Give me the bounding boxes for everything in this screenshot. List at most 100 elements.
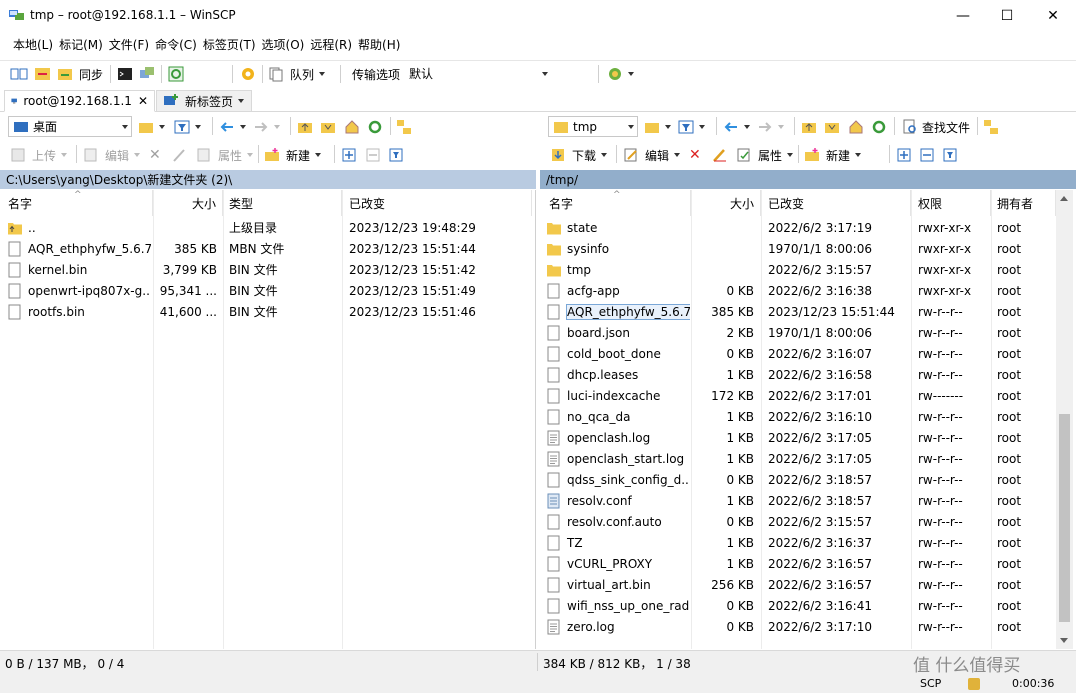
refresh-icon[interactable] — [367, 117, 383, 137]
column-header-changed[interactable]: 已改变 — [761, 190, 911, 216]
left-edit-button[interactable]: 编辑 — [83, 145, 141, 165]
deselect-icon[interactable] — [365, 145, 381, 165]
rename-icon[interactable] — [172, 145, 188, 165]
menu-remote[interactable]: 远程(R) — [307, 36, 355, 53]
file-row-selected[interactable]: AQR_ethphyfw_5.6.7... 385 KB 2023/12/23 15… — [540, 301, 1076, 322]
scroll-down-arrow-icon[interactable] — [1060, 638, 1068, 643]
right-filter-button[interactable] — [678, 117, 705, 137]
menu-command[interactable]: 命令(C) — [152, 36, 200, 53]
left-filter-button[interactable] — [174, 117, 201, 137]
file-row[interactable]: openwrt-ipq807x-g... 95,341 ... BIN 文件 2023… — [0, 280, 535, 301]
file-row[interactable]: no_qca_da 1 KB 2022/6/2 3:16:10 rw-r--r-- ro… — [540, 406, 1076, 427]
tree-view-icon[interactable] — [396, 117, 412, 137]
scroll-up-arrow-icon[interactable] — [1060, 196, 1068, 201]
close-tab-icon[interactable]: ✕ — [138, 94, 148, 108]
root-dir-icon[interactable] — [320, 117, 336, 137]
scroll-thumb[interactable] — [1059, 414, 1070, 622]
file-row[interactable]: board.json 2 KB 1970/1/1 8:00:06 rw-r--r-- r… — [540, 322, 1076, 343]
download-button[interactable]: 下载 — [550, 145, 608, 165]
file-row[interactable]: resolv.conf.auto 0 KB 2022/6/2 3:15:57 rw-r… — [540, 511, 1076, 532]
file-row[interactable]: tmp 2022/6/2 3:15:57 rwxr-xr-x root — [540, 259, 1076, 280]
putty-icon[interactable] — [139, 64, 155, 84]
refresh-icon[interactable] — [168, 64, 184, 84]
right-location-select[interactable]: tmp — [548, 116, 638, 137]
left-location-select[interactable]: 桌面 — [8, 116, 132, 137]
deselect-icon[interactable] — [919, 145, 935, 165]
sync-button[interactable]: 同步 — [57, 64, 103, 84]
filter-select-icon[interactable] — [388, 145, 404, 165]
left-forward-button[interactable] — [253, 117, 280, 137]
file-row[interactable]: sysinfo 1970/1/1 8:00:06 rwxr-xr-x root — [540, 238, 1076, 259]
right-properties-button[interactable]: 属性 — [736, 145, 794, 165]
file-row[interactable]: state 2022/6/2 3:17:19 rwxr-xr-x root — [540, 217, 1076, 238]
upload-button[interactable]: 上传 — [10, 145, 68, 165]
left-new-button[interactable]: 新建 — [264, 145, 322, 165]
synchronize-browsing-icon[interactable] — [34, 64, 52, 84]
column-header-size[interactable]: 大小 — [153, 190, 223, 216]
tab-session[interactable]: root@192.168.1.1 ✕ — [4, 90, 155, 112]
maximize-button[interactable]: ☐ — [984, 0, 1030, 31]
right-forward-button[interactable] — [757, 117, 784, 137]
file-row[interactable]: openclash_start.log 1 KB 2022/6/2 3:17:05 r… — [540, 448, 1076, 469]
filter-select-icon[interactable] — [942, 145, 958, 165]
menu-local[interactable]: 本地(L) — [10, 36, 56, 53]
column-header-name[interactable]: 名字 ^ — [0, 190, 153, 216]
parent-dir-icon[interactable] — [801, 117, 817, 137]
parent-dir-icon[interactable] — [297, 117, 313, 137]
file-row[interactable]: AQR_ethphyfw_5.6.7... 385 KB MBN 文件 2023/12… — [0, 238, 535, 259]
minimize-button[interactable]: — — [940, 0, 986, 31]
root-dir-icon[interactable] — [824, 117, 840, 137]
file-row[interactable]: luci-indexcache 172 KB 2022/6/2 3:17:01 rw-… — [540, 385, 1076, 406]
file-row[interactable]: qdss_sink_config_d... 0 KB 2022/6/2 3:18:5… — [540, 469, 1076, 490]
right-vertical-scrollbar[interactable] — [1056, 190, 1073, 649]
column-header-name[interactable]: 名字 ^ — [540, 190, 691, 216]
column-header-permissions[interactable]: 权限 — [911, 190, 991, 216]
menu-help[interactable]: 帮助(H) — [355, 36, 403, 53]
left-file-list[interactable]: 名字 ^ 大小 类型 已改变 .. 上级目录 2023/12/23 19:48:29… — [0, 190, 536, 649]
right-back-button[interactable] — [723, 117, 750, 137]
tab-new[interactable]: 新标签页 — [156, 90, 252, 112]
file-row[interactable]: dhcp.leases 1 KB 2022/6/2 3:16:58 rw-r--r--… — [540, 364, 1076, 385]
file-row[interactable]: rootfs.bin 41,600 ... BIN 文件 2023/12/23 15:… — [0, 301, 535, 322]
menu-mark[interactable]: 标记(M) — [56, 36, 106, 53]
file-row[interactable]: wifi_nss_up_one_rad... 0 KB 2022/6/2 3:16:… — [540, 595, 1076, 616]
right-edit-button[interactable]: 编辑 — [623, 145, 681, 165]
right-path-bar[interactable]: /tmp/ — [540, 170, 1076, 189]
column-header-size[interactable]: 大小 — [691, 190, 761, 216]
file-row[interactable]: kernel.bin 3,799 KB BIN 文件 2023/12/23 15:51… — [0, 259, 535, 280]
file-row[interactable]: virtual_art.bin 256 KB 2022/6/2 3:16:57 rw-… — [540, 574, 1076, 595]
select-all-icon[interactable] — [896, 145, 912, 165]
preferences-gear-icon[interactable] — [239, 64, 257, 84]
delete-icon[interactable]: ✕ — [689, 145, 701, 165]
file-row[interactable]: TZ 1 KB 2022/6/2 3:16:37 rw-r--r-- root — [540, 532, 1076, 553]
find-files-button[interactable]: 查找文件 — [902, 117, 970, 137]
file-row[interactable]: zero.log 0 KB 2022/6/2 3:17:10 rw-r--r-- roo… — [540, 616, 1076, 637]
left-properties-button[interactable]: 属性 — [196, 145, 254, 165]
left-back-button[interactable] — [219, 117, 246, 137]
right-open-dir-button[interactable] — [644, 117, 671, 137]
transfer-options-select[interactable]: 默认 — [404, 64, 552, 83]
column-header-owner[interactable]: 拥有者 — [991, 190, 1056, 216]
file-row[interactable]: .. 上级目录 2023/12/23 19:48:29 — [0, 217, 535, 238]
compare-directories-icon[interactable] — [10, 64, 28, 84]
file-row[interactable]: cold_boot_done 0 KB 2022/6/2 3:16:07 rw-r--… — [540, 343, 1076, 364]
file-row[interactable]: vCURL_PROXY 1 KB 2022/6/2 3:16:57 rw-r--r--… — [540, 553, 1076, 574]
right-new-button[interactable]: 新建 — [804, 145, 862, 165]
close-button[interactable]: ✕ — [1030, 0, 1076, 31]
tree-view-icon[interactable] — [983, 117, 999, 137]
column-header-changed[interactable]: 已改变 — [342, 190, 532, 216]
home-icon[interactable] — [344, 117, 360, 137]
column-header-type[interactable]: 类型 — [223, 190, 342, 216]
menu-file[interactable]: 文件(F) — [106, 36, 152, 53]
menu-tabs[interactable]: 标签页(T) — [200, 36, 259, 53]
console-icon[interactable] — [117, 64, 133, 84]
file-row[interactable]: resolv.conf 1 KB 2022/6/2 3:18:57 rw-r--r--… — [540, 490, 1076, 511]
refresh-icon[interactable] — [871, 117, 887, 137]
file-row[interactable]: acfg-app 0 KB 2022/6/2 3:16:38 rwxr-xr-x roo… — [540, 280, 1076, 301]
sync-dropdown[interactable] — [607, 64, 634, 84]
select-all-icon[interactable] — [341, 145, 357, 165]
file-row[interactable]: openclash.log 1 KB 2022/6/2 3:17:05 rw-r--r… — [540, 427, 1076, 448]
left-open-dir-button[interactable] — [138, 117, 165, 137]
menu-options[interactable]: 选项(O) — [259, 36, 308, 53]
left-path-bar[interactable]: C:\Users\yang\Desktop\新建文件夹 (2)\ — [0, 170, 536, 189]
